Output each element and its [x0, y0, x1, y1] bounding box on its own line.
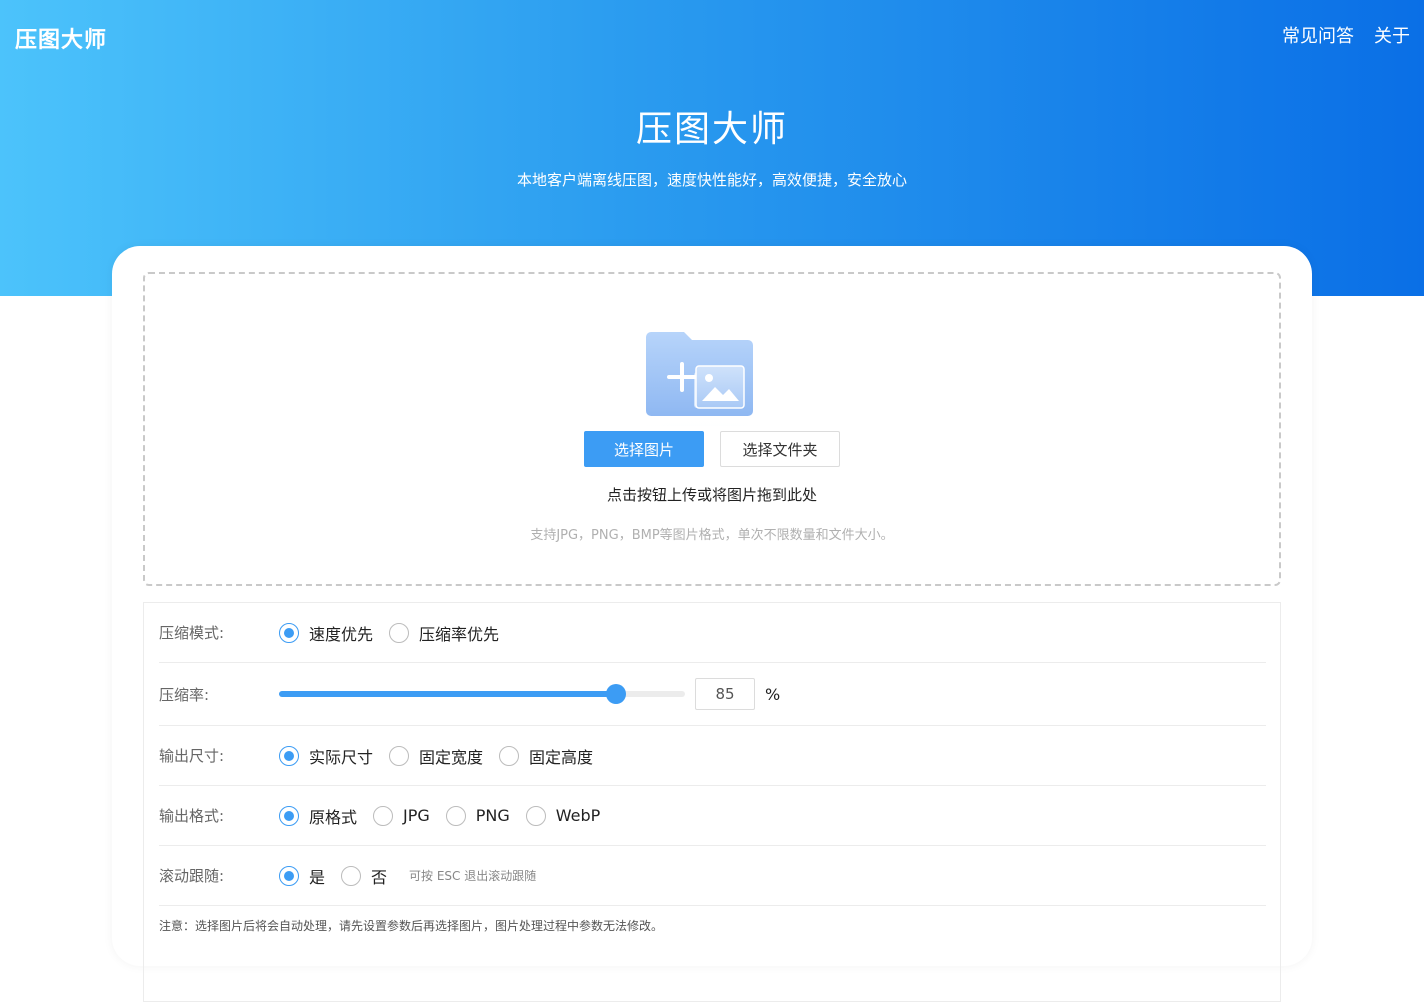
main-card: 选择图片 选择文件夹 点击按钮上传或将图片拖到此处 支持JPG，PNG，BMP等… [112, 246, 1312, 1002]
radio-icon[interactable] [445, 805, 466, 826]
compress-mode-row: 压缩模式: 速度优先 压缩率优先 [159, 603, 1266, 663]
select-folder-button[interactable]: 选择文件夹 [720, 431, 840, 467]
drop-note: 支持JPG，PNG，BMP等图片格式，单次不限数量和文件大小。 [530, 528, 894, 543]
radio-icon[interactable] [389, 745, 410, 766]
compress-rate-label: 压缩率: [159, 685, 210, 704]
radio-icon[interactable] [279, 745, 299, 766]
app-logo[interactable]: 压图大师 [15, 22, 107, 54]
percent-unit: % [765, 684, 781, 704]
scroll-option-no[interactable]: 否 [341, 864, 387, 888]
compress-rate-slider[interactable] [279, 684, 685, 704]
size-option-actual[interactable]: 实际尺寸 [279, 744, 373, 768]
output-size-label: 输出尺寸: [159, 747, 225, 765]
format-option-png[interactable]: PNG [445, 805, 510, 826]
compress-rate-input[interactable] [695, 678, 755, 710]
output-format-row: 输出格式: 原格式 JPG PNG WebP [159, 786, 1266, 846]
upload-dropzone[interactable]: 选择图片 选择文件夹 点击按钮上传或将图片拖到此处 支持JPG，PNG，BMP等… [143, 272, 1281, 586]
mode-option-speed[interactable]: 速度优先 [279, 621, 373, 645]
page-subtitle: 本地客户端离线压图，速度快性能好，高效便捷，安全放心 [516, 171, 907, 189]
scroll-follow-row: 滚动跟随: 是 否 可按 ESC 退出滚动跟随 [159, 846, 1266, 906]
option-label: 压缩率优先 [419, 624, 500, 644]
slider-fill [279, 691, 616, 697]
option-label: 实际尺寸 [309, 747, 374, 767]
scroll-follow-label: 滚动跟随: [159, 867, 225, 885]
drop-hint: 点击按钮上传或将图片拖到此处 [606, 486, 817, 504]
compress-mode-label: 压缩模式: [159, 624, 225, 642]
settings-panel: 压缩模式: 速度优先 压缩率优先 压缩率: % 输出尺寸: 实际尺寸 [143, 602, 1281, 1002]
format-option-original[interactable]: 原格式 [279, 804, 357, 828]
option-label: 固定宽度 [419, 747, 484, 767]
option-label: WebP [555, 806, 601, 825]
radio-icon[interactable] [373, 805, 394, 826]
radio-icon[interactable] [279, 805, 299, 826]
radio-icon[interactable] [279, 865, 299, 886]
format-option-webp[interactable]: WebP [525, 805, 601, 826]
radio-icon[interactable] [279, 622, 299, 643]
radio-icon[interactable] [525, 805, 546, 826]
output-size-row: 输出尺寸: 实际尺寸 固定宽度 固定高度 [159, 726, 1266, 786]
radio-icon[interactable] [499, 745, 520, 766]
settings-footnote: 注意：选择图片后将会自动处理，请先设置参数后再选择图片，图片处理过程中参数无法修… [159, 919, 664, 933]
slider-handle[interactable] [605, 684, 626, 704]
option-label: 固定高度 [529, 747, 594, 767]
option-label: PNG [475, 806, 510, 825]
output-format-label: 输出格式: [159, 807, 225, 825]
radio-icon[interactable] [389, 622, 410, 643]
scroll-option-yes[interactable]: 是 [279, 864, 325, 888]
compress-rate-row: 压缩率: % [159, 663, 1266, 726]
option-label: 否 [371, 867, 388, 887]
nav-faq-link[interactable]: 常见问答 [1282, 22, 1354, 48]
top-nav: 常见问答 关于 [1282, 22, 1410, 48]
radio-icon[interactable] [341, 865, 362, 886]
page-title: 压图大师 [635, 109, 788, 150]
scroll-follow-hint: 可按 ESC 退出滚动跟随 [409, 869, 537, 883]
format-option-jpg[interactable]: JPG [373, 805, 430, 826]
option-label: 速度优先 [309, 624, 374, 644]
option-label: JPG [403, 806, 430, 825]
option-label: 是 [309, 867, 326, 887]
folder-image-icon [554, 332, 854, 426]
mode-option-ratio[interactable]: 压缩率优先 [389, 621, 499, 645]
size-option-fixed-width[interactable]: 固定宽度 [389, 744, 483, 768]
nav-about-link[interactable]: 关于 [1374, 22, 1410, 48]
select-images-button[interactable]: 选择图片 [584, 431, 704, 467]
option-label: 原格式 [309, 807, 358, 827]
size-option-fixed-height[interactable]: 固定高度 [499, 744, 593, 768]
